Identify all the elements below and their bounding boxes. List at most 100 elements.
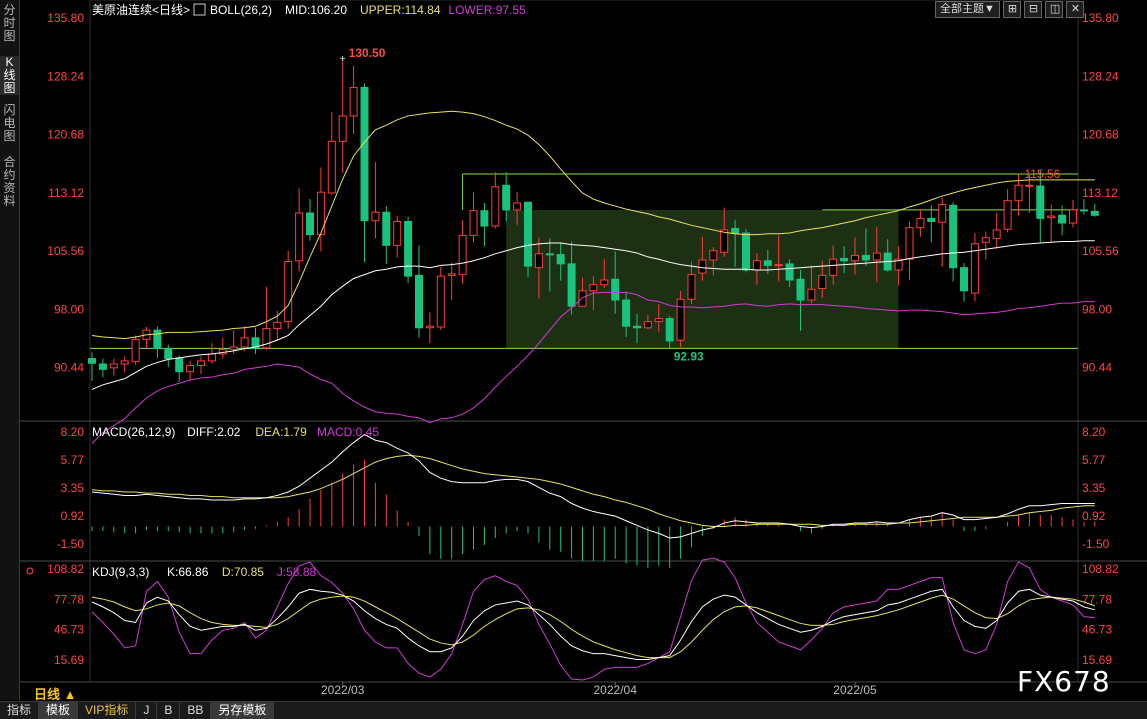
candle-body: [611, 278, 620, 301]
y-tick-label-left: 3.35: [61, 481, 85, 495]
kdj-settings-icon: [26, 567, 34, 575]
tab-b[interactable]: B: [157, 702, 181, 719]
candle-body: [1058, 214, 1067, 224]
candle-body: [1003, 200, 1012, 230]
candle-body: [240, 337, 249, 348]
candle-body: [131, 338, 140, 363]
candle-body: [1079, 209, 1088, 212]
candle-body: [938, 204, 947, 223]
y-tick-label-right: 3.35: [1082, 481, 1106, 495]
watermark-logo: FX678: [1017, 665, 1111, 698]
candle-body: [502, 184, 511, 211]
candle-body: [785, 263, 794, 281]
chart-title: 美原油连续<日线>: [92, 2, 190, 17]
y-tick-label-right: 90.44: [1082, 361, 1112, 375]
candle-body: [578, 290, 587, 307]
restore-icon[interactable]: ◫: [1044, 1, 1063, 18]
candle-body: [545, 253, 554, 256]
candle-body: [458, 234, 467, 276]
bottom-tab-bar: 指标 模板 VIP指标 J B BB 另存模板: [0, 701, 1147, 719]
candle-body: [1014, 184, 1023, 202]
tab-bb[interactable]: BB: [180, 702, 212, 719]
y-tick-label-left: -1.50: [57, 537, 85, 551]
tab-contract-info[interactable]: 合约资料: [0, 156, 19, 208]
y-tick-label-left: 46.73: [54, 623, 84, 637]
candle-body: [1047, 215, 1056, 219]
candle-body: [175, 357, 184, 373]
legend-entry: MID:106.20: [285, 3, 347, 17]
y-tick-label-right: 105.56: [1082, 244, 1119, 258]
y-tick-label-right: 46.73: [1082, 623, 1112, 637]
y-tick-label-left: 0.92: [61, 509, 85, 523]
tab-flash[interactable]: 闪电图: [0, 104, 19, 143]
candle-body: [207, 353, 216, 362]
candle-body: [513, 202, 522, 211]
macd-diff-line: [91, 433, 1095, 539]
macd-dea-line: [91, 454, 1095, 527]
candle-body: [306, 212, 314, 236]
legend-entry: UPPER:114.84: [360, 3, 441, 17]
candle-body: [840, 257, 849, 262]
candle-body: [556, 254, 565, 265]
candle-body: [981, 237, 990, 243]
candle-body: [164, 348, 173, 360]
candle-body: [600, 279, 609, 286]
candle-body: [589, 284, 598, 292]
candle-body: [872, 252, 881, 261]
y-tick-label-left: 135.80: [47, 11, 84, 25]
boll-icon: [193, 3, 206, 16]
candle-body: [687, 274, 696, 300]
candle-body: [447, 273, 456, 276]
legend-entry: DEA:1.79: [255, 425, 307, 439]
candle-body: [829, 258, 838, 276]
candle-body: [360, 86, 369, 222]
candle-body: [949, 204, 958, 269]
y-tick-label-right: 120.68: [1082, 128, 1119, 142]
grid-icon[interactable]: ⊞: [1002, 1, 1021, 18]
candle-body: [393, 220, 402, 246]
y-tick-label-right: 128.24: [1082, 69, 1119, 83]
candle-body: [861, 254, 870, 261]
y-tick-label-right: 77.78: [1082, 592, 1112, 606]
candle-body: [98, 363, 107, 370]
candle-body: [197, 360, 205, 367]
close-icon[interactable]: ✕: [1065, 1, 1084, 18]
legend-entry: LOWER:97.55: [448, 3, 526, 17]
candle-body: [654, 318, 663, 323]
candle-body: [295, 212, 304, 262]
candle-body: [425, 325, 434, 329]
candle-body: [676, 298, 685, 341]
candle-body: [709, 250, 718, 261]
candle-body: [534, 253, 543, 269]
candle-body: [1069, 209, 1077, 224]
candle-body: [491, 186, 500, 227]
legend-entry: BOLL(26,2): [210, 3, 272, 17]
y-tick-label-left: 120.68: [47, 128, 84, 142]
tab-vip-indicator[interactable]: VIP指标: [78, 702, 137, 719]
candle-body: [960, 267, 968, 292]
candle-body: [731, 227, 740, 234]
chart-toolbar: 全部主题▼ ⊞ ⊟ ◫ ✕: [935, 1, 1084, 18]
candle-body: [1036, 185, 1045, 219]
y-tick-label-left: 90.44: [54, 361, 84, 375]
candle-body: [851, 254, 859, 262]
tab-kline[interactable]: K线图: [0, 56, 19, 95]
zoom-out-icon[interactable]: ⊟: [1023, 1, 1042, 18]
tab-j[interactable]: J: [136, 702, 158, 719]
candle-body: [1090, 210, 1099, 216]
candle-body: [469, 210, 478, 236]
candle-body: [698, 259, 707, 274]
tab-save-template[interactable]: 另存模板: [211, 702, 275, 719]
theme-dropdown[interactable]: 全部主题▼: [935, 1, 1000, 18]
y-tick-label-right: 108.82: [1082, 562, 1119, 576]
y-tick-label-left: 5.77: [61, 453, 85, 467]
tab-template[interactable]: 模板: [39, 702, 79, 719]
candle-body: [109, 363, 118, 369]
tab-timeshare[interactable]: 分时图: [0, 4, 19, 43]
candle-body: [633, 325, 641, 329]
y-tick-label-right: 98.00: [1082, 302, 1112, 316]
candle-body: [774, 264, 783, 267]
tab-indicator[interactable]: 指标: [0, 702, 40, 719]
candle-body: [763, 260, 772, 266]
high-marker: +: [340, 54, 346, 65]
